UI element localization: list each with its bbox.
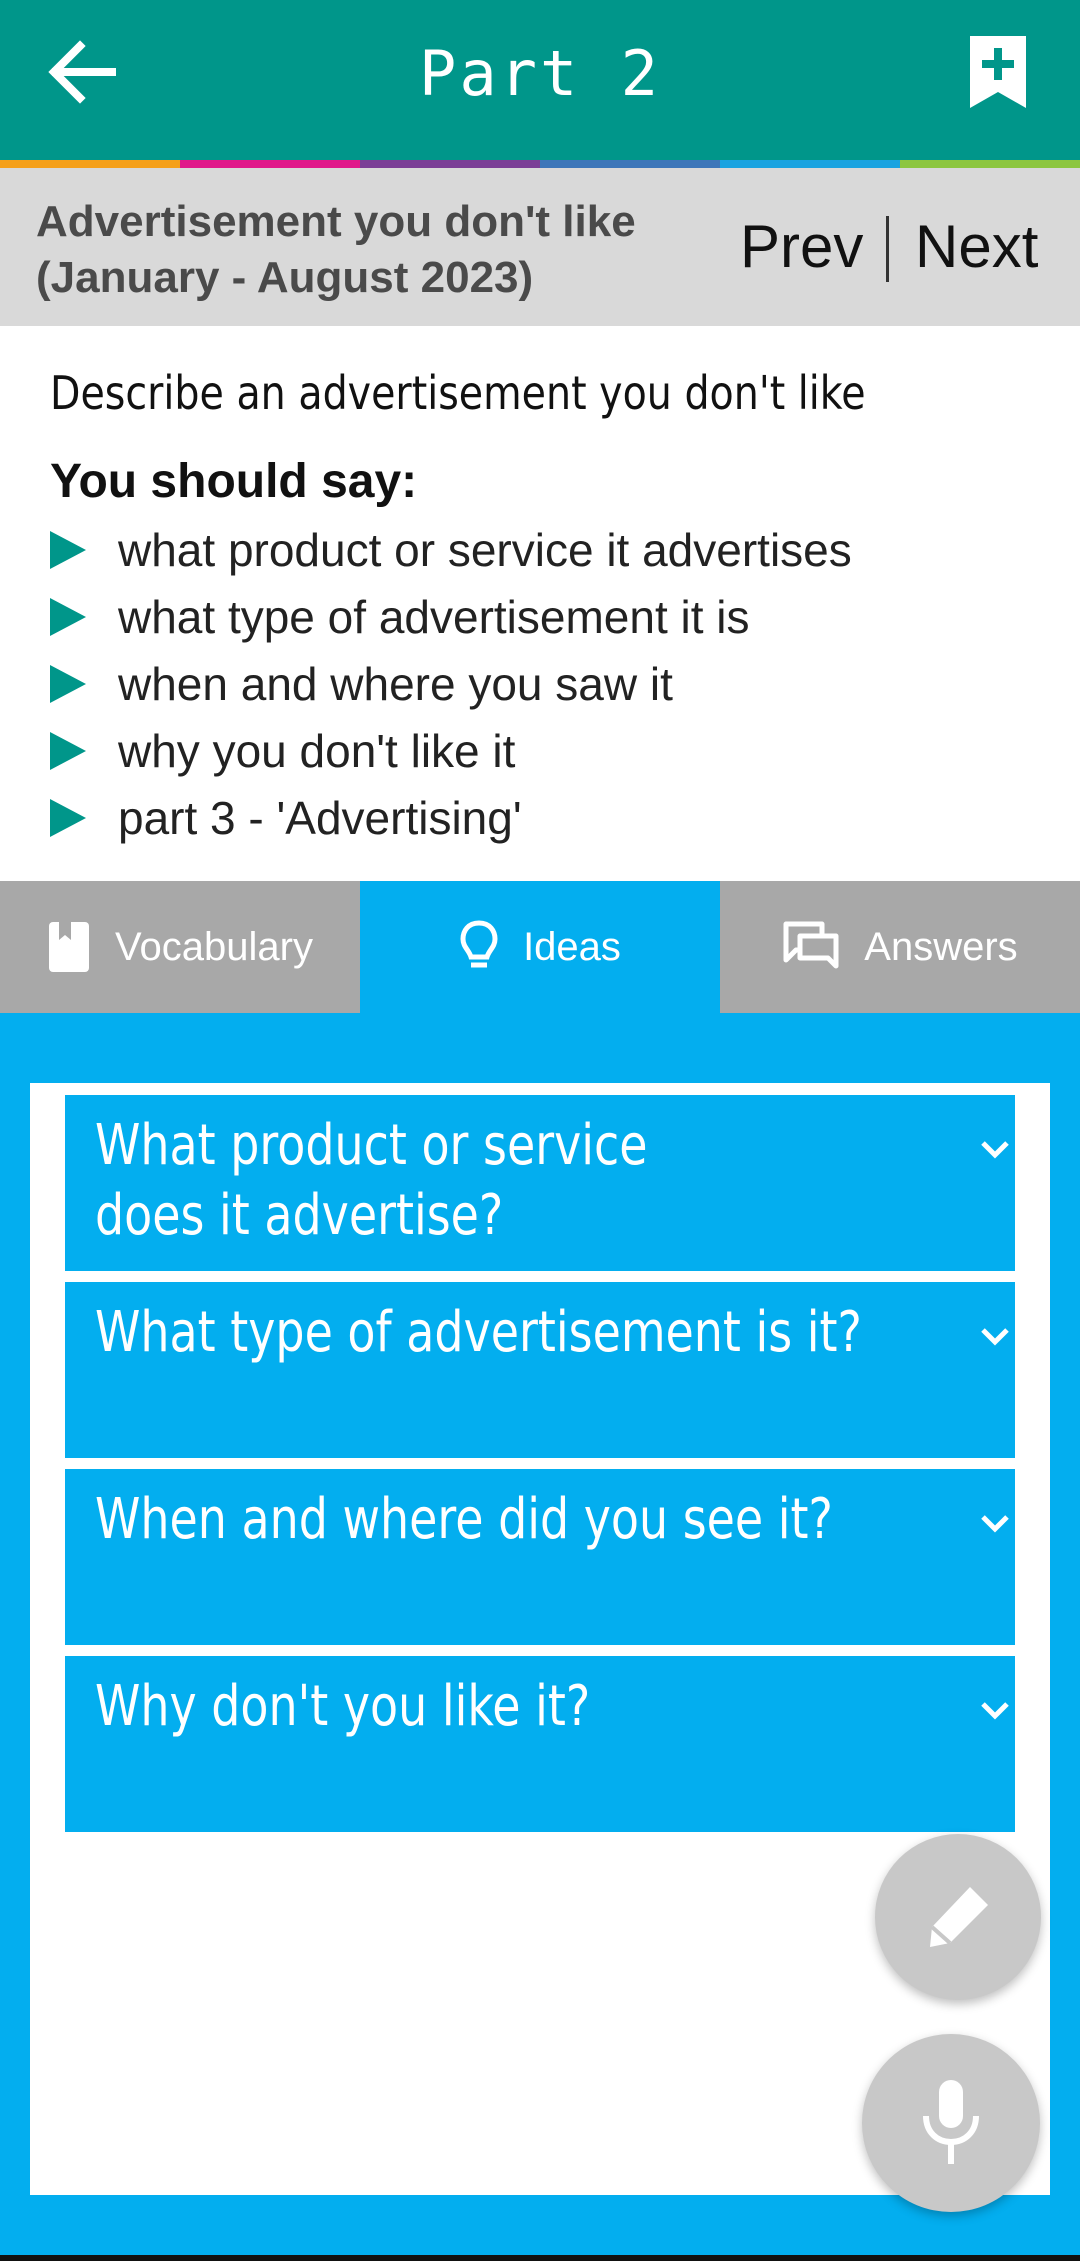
- stripe-segment: [360, 160, 540, 168]
- tab-label: Vocabulary: [115, 924, 313, 969]
- cue-point-text: what type of advertisement it is: [118, 590, 750, 643]
- pencil-icon: [930, 1887, 988, 1947]
- question-text: When and where did you see it?: [95, 1487, 833, 1552]
- tab-bar: Vocabulary Ideas Answers: [0, 881, 1080, 1013]
- question-accordion-item[interactable]: Why don't you like it?: [65, 1656, 1015, 1832]
- question-accordion-item[interactable]: What product or service does it advertis…: [65, 1095, 1015, 1271]
- chevron-down-icon[interactable]: [977, 1137, 1013, 1161]
- prev-button[interactable]: Prev: [740, 212, 863, 282]
- ideas-card[interactable]: What product or service does it advertis…: [30, 1083, 1050, 2195]
- tab-vocabulary[interactable]: Vocabulary: [0, 881, 360, 1013]
- chat-icon: [783, 921, 839, 969]
- cue-description: Describe an advertisement you don't like: [50, 366, 866, 420]
- triangle-bullet-icon: [50, 664, 86, 703]
- stripe-segment: [0, 160, 180, 168]
- next-button[interactable]: Next: [915, 212, 1038, 282]
- app-bar: Part 2: [0, 0, 1080, 160]
- chevron-down-icon[interactable]: [977, 1511, 1013, 1535]
- question-text: Why don't you like it?: [95, 1674, 591, 1739]
- cue-point-text: part 3 - 'Advertising': [118, 791, 522, 844]
- microphone-icon: [923, 2080, 979, 2164]
- tab-label: Ideas: [523, 924, 621, 969]
- triangle-bullet-icon: [50, 731, 86, 770]
- cue-should-say: You should say:: [50, 455, 418, 508]
- stripe-segment: [720, 160, 900, 168]
- tab-label: Answers: [864, 924, 1018, 969]
- triangle-bullet-icon: [50, 798, 86, 837]
- tab-answers[interactable]: Answers: [720, 881, 1080, 1013]
- topic-header: Advertisement you don't like (January - …: [0, 168, 1080, 326]
- edit-button[interactable]: [875, 1834, 1041, 2000]
- cue-point-text: what product or service it advertises: [118, 523, 852, 576]
- nav-divider: [886, 216, 889, 282]
- question-accordion-item[interactable]: When and where did you see it?: [65, 1469, 1015, 1645]
- microphone-button[interactable]: [862, 2034, 1040, 2212]
- book-icon: [49, 922, 90, 972]
- cue-point-text: when and where you saw it: [118, 657, 673, 710]
- cue-point: why you don't like it: [50, 717, 852, 784]
- triangle-bullet-icon: [50, 530, 86, 569]
- cue-point: part 3 - 'Advertising': [50, 784, 852, 851]
- cue-point: when and where you saw it: [50, 650, 852, 717]
- bookmark-button[interactable]: [962, 32, 1034, 112]
- cue-point: what type of advertisement it is: [50, 583, 852, 650]
- tab-ideas[interactable]: Ideas: [360, 881, 720, 1013]
- cue-card: Describe an advertisement you don't like…: [0, 326, 1080, 881]
- question-accordion-item[interactable]: What type of advertisement is it?: [65, 1282, 1015, 1458]
- bookmark-add-icon: [970, 36, 1026, 108]
- stripe-segment: [900, 160, 1080, 168]
- stripe-segment: [180, 160, 360, 168]
- topic-title: Advertisement you don't like (January - …: [36, 197, 636, 302]
- cue-point: what product or service it advertises: [50, 516, 852, 583]
- page-title: Part 2: [419, 37, 661, 110]
- cue-point-text: why you don't like it: [118, 724, 516, 777]
- question-text: What product or service does it advertis…: [95, 1113, 648, 1248]
- system-nav-bar: [0, 2255, 1080, 2261]
- color-stripe: [0, 160, 1080, 168]
- chevron-down-icon[interactable]: [977, 1324, 1013, 1348]
- triangle-bullet-icon: [50, 597, 86, 636]
- chevron-down-icon[interactable]: [977, 1698, 1013, 1722]
- question-text: What type of advertisement is it?: [95, 1300, 862, 1365]
- cue-points-list: what product or service it advertises wh…: [50, 516, 852, 851]
- lightbulb-icon: [460, 920, 498, 968]
- stripe-segment: [540, 160, 720, 168]
